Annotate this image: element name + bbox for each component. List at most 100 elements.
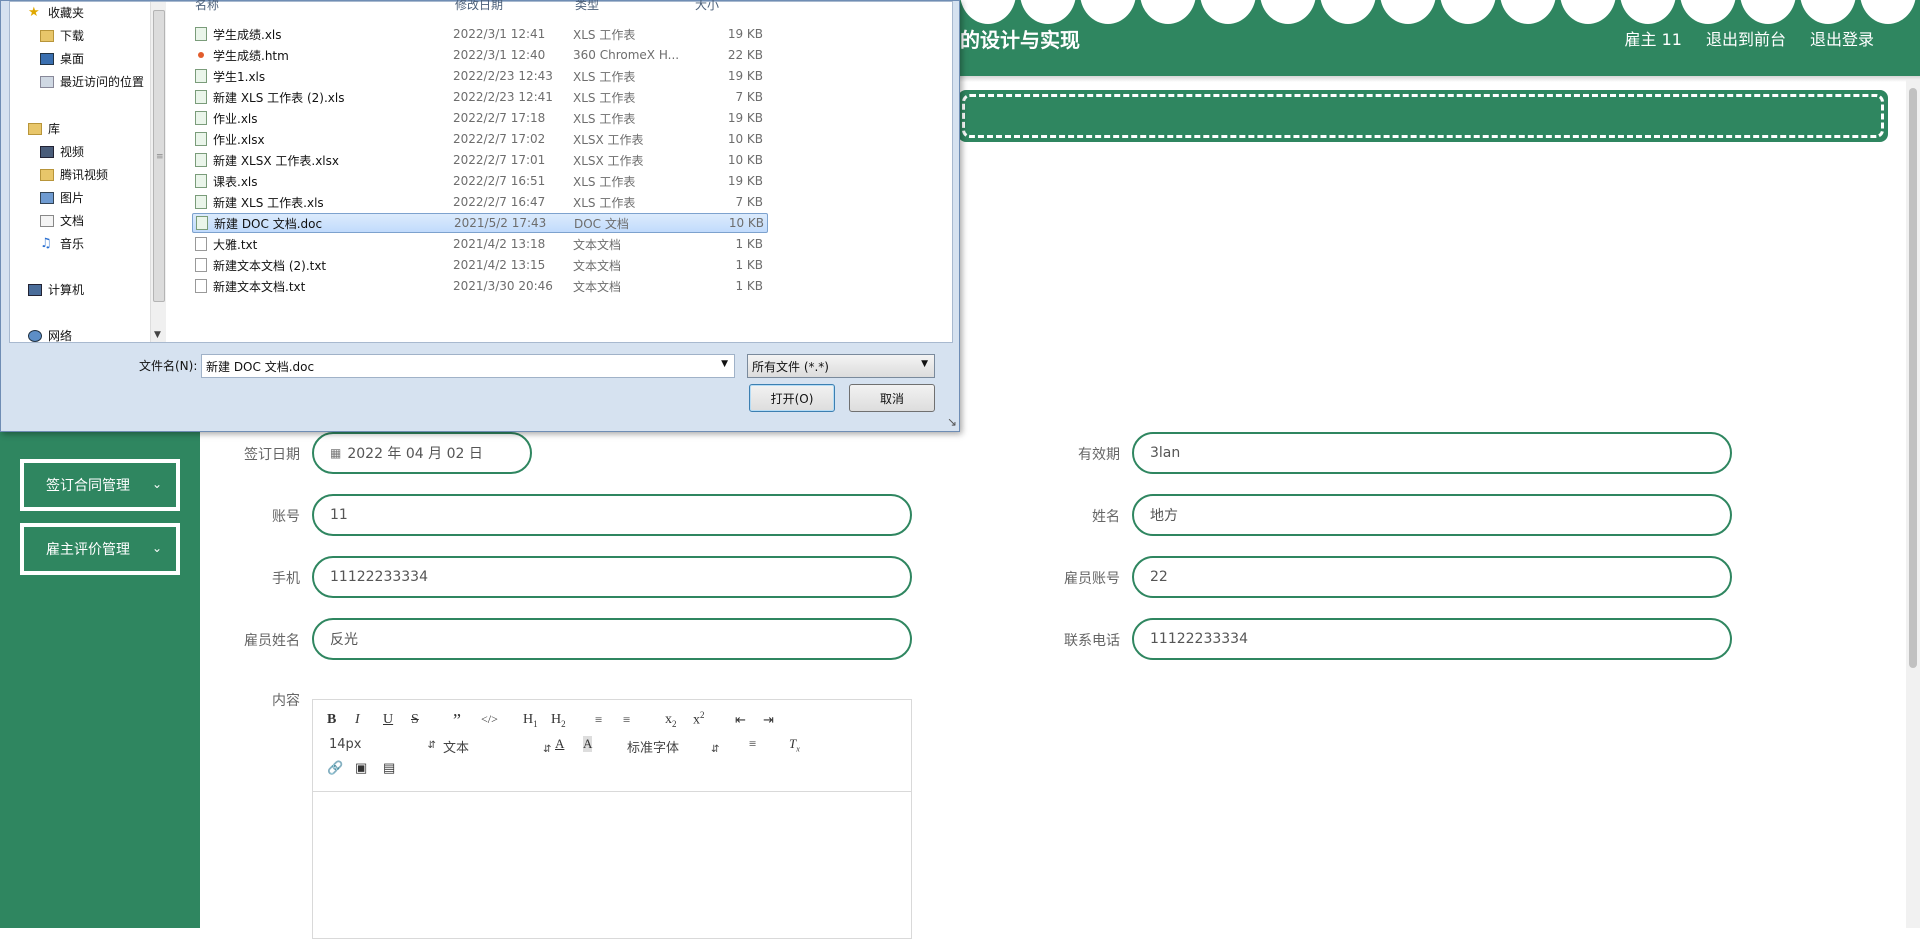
file-date: 2022/2/7 16:47 bbox=[453, 195, 546, 209]
xls-file-icon bbox=[195, 69, 207, 83]
file-type: 文本文档 bbox=[573, 279, 622, 294]
file-row[interactable]: 学生成绩.xls 2022/3/1 12:41 XLS 工作表 19 KB bbox=[192, 24, 768, 44]
back-to-front-link[interactable]: 退出到前台 bbox=[1706, 26, 1786, 50]
italic-icon[interactable]: I bbox=[355, 712, 360, 728]
strikethrough-icon[interactable]: S bbox=[411, 712, 419, 728]
file-type: 文本文档 bbox=[573, 237, 622, 252]
column-header-date[interactable]: 修改日期 bbox=[455, 0, 503, 13]
ordered-list-icon[interactable]: ≡ bbox=[595, 712, 602, 728]
employee-account-field[interactable]: 22 bbox=[1132, 556, 1732, 598]
logout-link[interactable]: 退出登录 bbox=[1810, 26, 1874, 50]
file-row[interactable]: 作业.xlsx 2022/2/7 17:02 XLSX 工作表 10 KB bbox=[192, 129, 768, 149]
file-date: 2022/2/7 16:51 bbox=[453, 174, 546, 188]
file-row[interactable]: 作业.xls 2022/2/7 17:18 XLS 工作表 19 KB bbox=[192, 108, 768, 128]
resize-grip-icon[interactable]: ↘ bbox=[947, 415, 957, 429]
file-row[interactable]: 新建 XLS 工作表.xls 2022/2/7 16:47 XLS 工作表 7 KB bbox=[192, 192, 768, 212]
file-row[interactable]: 新建 XLS 工作表 (2).xls 2022/2/23 12:41 XLS 工作表… bbox=[192, 87, 768, 107]
code-block-icon[interactable]: </> bbox=[481, 712, 498, 727]
file-row[interactable]: 学生成绩.htm 2022/3/1 12:40 360 ChromeX H... 22… bbox=[192, 45, 768, 65]
scallop-shape bbox=[1800, 0, 1856, 24]
bullet-list-icon[interactable]: ≡ bbox=[623, 712, 630, 728]
nav-label: 文档 bbox=[60, 214, 85, 228]
filetype-select[interactable]: 所有文件 (*.*) ▼ bbox=[747, 354, 935, 378]
nav-label: 计算机 bbox=[48, 283, 85, 297]
file-name: 新建 XLSX 工作表.xlsx bbox=[213, 153, 339, 168]
scroll-down-arrow-icon[interactable]: ▼ bbox=[154, 330, 161, 340]
name-field[interactable]: 地方 bbox=[1132, 494, 1732, 536]
outdent-icon[interactable]: ⇤ bbox=[735, 712, 746, 728]
nav-music[interactable]: ♫ 音乐 bbox=[40, 235, 84, 252]
account-field[interactable]: 11 bbox=[312, 494, 912, 536]
background-color-icon[interactable]: A bbox=[583, 736, 593, 752]
dropdown-arrow-icon[interactable]: ▼ bbox=[921, 359, 928, 369]
nav-downloads[interactable]: 下载 bbox=[40, 27, 84, 44]
underline-icon[interactable]: U bbox=[383, 712, 393, 728]
superscript-icon[interactable]: x2 bbox=[693, 710, 705, 729]
nav-desktop[interactable]: 桌面 bbox=[40, 50, 84, 67]
nav-pane-scrollbar[interactable]: ≡ ▼ bbox=[150, 2, 166, 342]
file-row[interactable]: 大雅.txt 2021/4/2 13:18 文本文档 1 KB bbox=[192, 234, 768, 254]
nav-favorites[interactable]: ★ 收藏夹 bbox=[28, 4, 84, 21]
sidebar-item-contract[interactable]: 签订合同管理 ⌄ bbox=[20, 459, 180, 511]
account-value: 11 bbox=[330, 507, 348, 523]
dropdown-arrow-icon[interactable]: ▼ bbox=[721, 359, 728, 369]
xls-file-icon bbox=[195, 27, 207, 41]
open-button[interactable]: 打开(O) bbox=[749, 384, 835, 412]
column-header-type[interactable]: 类型 bbox=[575, 0, 599, 13]
page-scrollbar[interactable] bbox=[1906, 80, 1920, 928]
video-icon[interactable]: ▤ bbox=[383, 760, 395, 776]
font-family-select[interactable]: 标准字体 ⇵ bbox=[627, 737, 720, 756]
sign-date-field[interactable]: ▦ 2022 年 04 月 02 日 bbox=[312, 432, 532, 474]
filename-input[interactable]: 新建 DOC 文档.doc ▼ bbox=[201, 354, 735, 378]
nav-videos[interactable]: 视频 bbox=[40, 143, 84, 160]
validity-field[interactable]: 3lan bbox=[1132, 432, 1732, 474]
column-header-name[interactable]: 名称 bbox=[195, 0, 219, 13]
file-row[interactable]: 新建文本文档 (2).txt 2021/4/2 13:15 文本文档 1 KB bbox=[192, 255, 768, 275]
editor-content-area[interactable] bbox=[313, 792, 911, 938]
contact-field[interactable]: 11122233334 bbox=[1132, 618, 1732, 660]
heading1-icon[interactable]: H1 bbox=[523, 712, 538, 729]
scallop-shape bbox=[1200, 0, 1256, 24]
font-color-icon[interactable]: A bbox=[555, 736, 564, 752]
validity-label: 有效期 bbox=[1078, 447, 1120, 463]
scallop-shape bbox=[1860, 0, 1916, 24]
file-name: 新建 DOC 文档.doc bbox=[214, 216, 323, 231]
page-scrollbar-thumb[interactable] bbox=[1909, 88, 1917, 668]
file-row-selected[interactable]: 新建 DOC 文档.doc 2021/5/2 17:43 DOC 文档 10 KB bbox=[192, 213, 768, 233]
file-row[interactable]: 学生1.xls 2022/2/23 12:43 XLS 工作表 19 KB bbox=[192, 66, 768, 86]
column-header-size[interactable]: 大小 bbox=[695, 0, 719, 13]
indent-icon[interactable]: ⇥ bbox=[763, 712, 774, 728]
xls-file-icon bbox=[195, 195, 207, 209]
file-size: 19 KB bbox=[727, 69, 763, 83]
file-row[interactable]: 课表.xls 2022/2/7 16:51 XLS 工作表 19 KB bbox=[192, 171, 768, 191]
subscript-icon[interactable]: x2 bbox=[665, 712, 677, 729]
file-date: 2021/4/2 13:18 bbox=[453, 237, 546, 251]
clear-format-icon[interactable]: Tx bbox=[789, 736, 800, 754]
font-size-select[interactable]: 14px ⇵ bbox=[329, 737, 436, 752]
xls-file-icon bbox=[195, 132, 207, 146]
navigation-pane: ★ 收藏夹 下载 桌面 最近访问的位置 库 视频 腾讯视频 图片 文档 ♫ 音乐… bbox=[10, 2, 160, 344]
nav-tencent-video[interactable]: 腾讯视频 bbox=[40, 166, 108, 183]
scallop-shape bbox=[1740, 0, 1796, 24]
nav-library[interactable]: 库 bbox=[28, 120, 60, 137]
nav-pictures[interactable]: 图片 bbox=[40, 189, 84, 206]
link-icon[interactable]: 🔗 bbox=[327, 760, 343, 776]
nav-network[interactable]: 网络 bbox=[28, 327, 72, 344]
nav-computer[interactable]: 计算机 bbox=[28, 281, 84, 298]
txt-file-icon bbox=[195, 279, 207, 293]
text-style-select[interactable]: 文本 ⇵ bbox=[443, 737, 552, 756]
nav-documents[interactable]: 文档 bbox=[40, 212, 84, 229]
phone-field[interactable]: 11122233334 bbox=[312, 556, 912, 598]
bold-icon[interactable]: B bbox=[327, 712, 336, 728]
sidebar-item-evaluation[interactable]: 雇主评价管理 ⌄ bbox=[20, 523, 180, 575]
file-row[interactable]: 新建 XLSX 工作表.xlsx 2022/2/7 17:01 XLSX 工作表 10… bbox=[192, 150, 768, 170]
employee-name-field[interactable]: 反光 bbox=[312, 618, 912, 660]
file-row[interactable]: 新建文本文档.txt 2021/3/30 20:46 文本文档 1 KB bbox=[192, 276, 768, 296]
nav-recent[interactable]: 最近访问的位置 bbox=[40, 73, 144, 90]
nav-label: 最近访问的位置 bbox=[60, 75, 145, 89]
cancel-button[interactable]: 取消 bbox=[849, 384, 935, 412]
align-icon[interactable]: ≡ bbox=[749, 736, 756, 752]
blockquote-icon[interactable]: ” bbox=[453, 710, 461, 731]
heading2-icon[interactable]: H2 bbox=[551, 712, 566, 729]
image-icon[interactable]: ▣ bbox=[355, 760, 367, 776]
